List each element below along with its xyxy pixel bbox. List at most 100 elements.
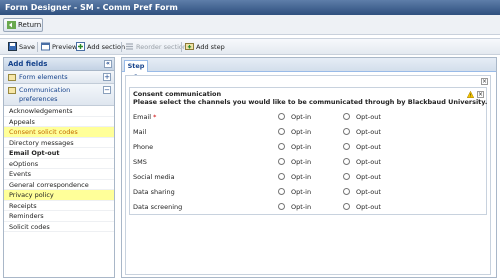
- close-section-button[interactable]: ×: [477, 91, 484, 98]
- form-elements-icon: [8, 74, 16, 81]
- add-section-label: Add section: [87, 43, 126, 51]
- add-step-label: Add step: [196, 43, 225, 51]
- opt-out-radio[interactable]: [343, 203, 350, 210]
- opt-in-label: Opt-in: [291, 128, 312, 136]
- opt-in-radio[interactable]: [278, 158, 285, 165]
- channel-label: SMS: [133, 158, 147, 166]
- consent-row: Social media Opt-in Opt-out: [133, 171, 473, 183]
- add-step-button[interactable]: Add step: [185, 41, 225, 53]
- consent-row: SMS Opt-in Opt-out: [133, 156, 473, 168]
- consent-row: Email * Opt-in Opt-out: [133, 111, 473, 123]
- list-item[interactable]: Acknowledgements: [4, 106, 114, 117]
- panel-header: Add fields «: [4, 58, 114, 71]
- list-item[interactable]: Directory messages: [4, 138, 114, 148]
- list-item[interactable]: Reminders: [4, 211, 114, 222]
- communication-label-line2: preferences: [19, 95, 58, 103]
- channel-label: Data sharing: [133, 188, 175, 196]
- list-item[interactable]: Appeals: [4, 117, 114, 127]
- opt-out-label: Opt-out: [356, 113, 381, 121]
- opt-in-radio[interactable]: [278, 143, 285, 150]
- collapse-panel-button[interactable]: «: [104, 60, 112, 68]
- opt-in-radio[interactable]: [278, 188, 285, 195]
- expand-button[interactable]: +: [103, 73, 111, 81]
- required-asterisk: *: [153, 113, 157, 121]
- design-area: Step 1 × Consent communication Please se…: [121, 57, 497, 278]
- list-item[interactable]: General correspondence: [4, 180, 114, 190]
- warning-mark: !: [470, 93, 472, 98]
- opt-out-radio[interactable]: [343, 113, 350, 120]
- opt-in-label: Opt-in: [291, 113, 312, 121]
- opt-in-label: Opt-in: [291, 188, 312, 196]
- warning-icon[interactable]: !: [467, 91, 474, 98]
- opt-in-label: Opt-in: [291, 203, 312, 211]
- opt-in-radio[interactable]: [278, 113, 285, 120]
- consent-row: Phone Opt-in Opt-out: [133, 141, 473, 153]
- opt-out-radio[interactable]: [343, 128, 350, 135]
- opt-out-label: Opt-out: [356, 158, 381, 166]
- opt-out-radio[interactable]: [343, 188, 350, 195]
- consent-row: Mail Opt-in Opt-out: [133, 126, 473, 138]
- list-item[interactable]: Consent solicit codes: [4, 127, 114, 138]
- opt-out-label: Opt-out: [356, 143, 381, 151]
- save-label: Save: [19, 43, 35, 51]
- channel-label: Phone: [133, 143, 154, 151]
- consent-row: Data screening Opt-in Opt-out: [133, 201, 473, 213]
- form-elements-section[interactable]: Form elements +: [4, 71, 114, 84]
- tab-step-1[interactable]: Step 1: [124, 60, 148, 81]
- reorder-icon: [126, 43, 133, 50]
- opt-out-radio[interactable]: [343, 143, 350, 150]
- opt-in-label: Opt-in: [291, 173, 312, 181]
- opt-in-radio[interactable]: [278, 173, 285, 180]
- list-item[interactable]: Events: [4, 169, 114, 180]
- opt-in-label: Opt-in: [291, 143, 312, 151]
- communication-label-line1: Communication: [19, 86, 71, 94]
- opt-out-label: Opt-out: [356, 188, 381, 196]
- reorder-sections-label: Reorder sections: [136, 43, 191, 51]
- preview-button[interactable]: Preview: [41, 41, 77, 53]
- toolbar-separator: [37, 42, 38, 52]
- add-section-icon: [76, 42, 85, 51]
- channel-label: Data screening: [133, 203, 183, 211]
- channel-label: Email *: [133, 111, 156, 123]
- opt-out-radio[interactable]: [343, 173, 350, 180]
- communication-preferences-section[interactable]: Communication preferences −: [4, 84, 114, 106]
- return-button[interactable]: Return: [3, 18, 43, 32]
- channel-label: Social media: [133, 173, 175, 181]
- list-item[interactable]: Email Opt-out: [4, 148, 114, 159]
- consent-section[interactable]: Consent communication Please select the …: [129, 87, 487, 215]
- close-step-button[interactable]: ×: [481, 78, 488, 85]
- add-fields-panel: Add fields « Form elements + Communicati…: [3, 57, 115, 278]
- channel-name: Email: [133, 113, 152, 121]
- opt-in-radio[interactable]: [278, 128, 285, 135]
- opt-out-label: Opt-out: [356, 203, 381, 211]
- opt-in-radio[interactable]: [278, 203, 285, 210]
- list-item[interactable]: Solicit codes: [4, 222, 114, 232]
- add-step-icon: [185, 43, 194, 50]
- preview-label: Preview: [52, 43, 78, 51]
- channel-label: Mail: [133, 128, 147, 136]
- save-button[interactable]: Save: [8, 41, 35, 53]
- toolbar-separator: [121, 42, 122, 52]
- opt-out-radio[interactable]: [343, 158, 350, 165]
- consent-row: Data sharing Opt-in Opt-out: [133, 186, 473, 198]
- return-label: Return: [18, 21, 42, 29]
- section-subtitle: Please select the channels you would lik…: [133, 98, 488, 106]
- return-arrow-icon: [7, 21, 16, 29]
- list-item[interactable]: eOptions: [4, 159, 114, 169]
- step-canvas: × Consent communication Please select th…: [125, 75, 491, 275]
- window-title: Form Designer - SM - Comm Pref Form: [0, 0, 500, 15]
- list-item[interactable]: Privacy policy: [4, 190, 114, 201]
- add-section-button[interactable]: Add section: [76, 41, 125, 53]
- form-elements-label: Form elements: [19, 73, 68, 81]
- toolbar: Save Preview Add section Reorder section…: [0, 38, 500, 55]
- step-tabs: Step 1: [122, 58, 496, 81]
- opt-out-label: Opt-out: [356, 128, 381, 136]
- collapse-button[interactable]: −: [103, 86, 111, 94]
- preview-icon: [41, 42, 50, 51]
- list-item[interactable]: Receipts: [4, 201, 114, 211]
- opt-in-label: Opt-in: [291, 158, 312, 166]
- communication-icon: [8, 87, 16, 94]
- field-list: Acknowledgements Appeals Consent solicit…: [4, 106, 114, 232]
- save-icon: [8, 42, 17, 51]
- return-bar: Return: [0, 15, 500, 35]
